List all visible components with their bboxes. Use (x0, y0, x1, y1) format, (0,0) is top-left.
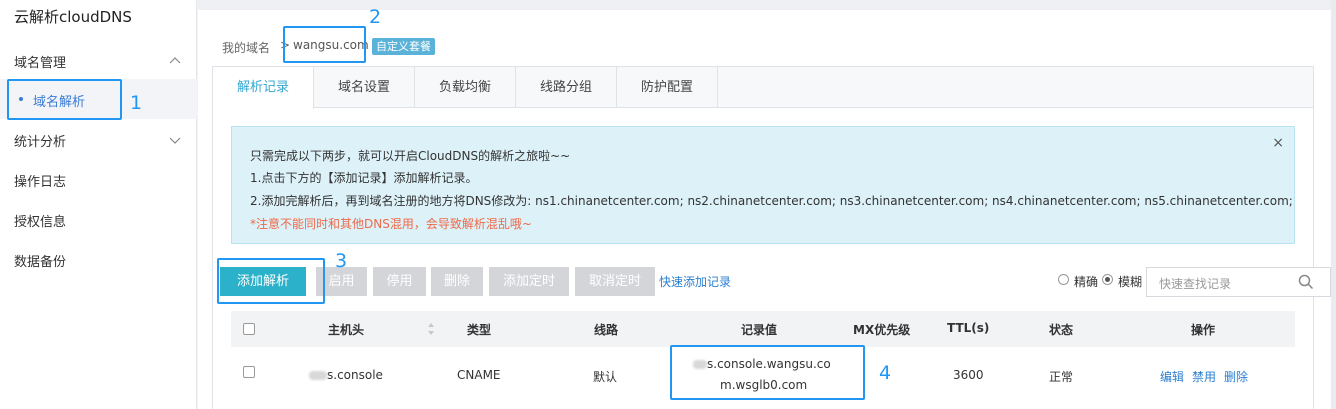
search-icon[interactable] (1298, 274, 1314, 290)
column-host: 主机头 (328, 323, 365, 337)
menu-group-domain-management[interactable]: 域名管理 (14, 52, 66, 71)
disable-link[interactable]: 禁用 (1192, 368, 1216, 385)
tab-protection[interactable]: 防护配置 (617, 67, 718, 108)
tab-bar: 解析记录 域名设置 负载均衡 线路分组 防护配置 (213, 67, 1313, 109)
search-input[interactable]: 快速查找记录 (1146, 267, 1331, 297)
cell-ttl: 3600 (953, 368, 984, 382)
sidebar: 云解析cloudDNS 域名管理 域名解析 统计分析 操作日志 授权信息 数据备… (0, 0, 197, 409)
cell-type: CNAME (457, 368, 501, 382)
table-header: 主机头 类型 线路 记录值 MX优先级 TTL(s) 状态 操作 (231, 311, 1295, 347)
column-status: 状态 (1049, 323, 1074, 337)
delete-button[interactable]: 删除 (431, 267, 483, 296)
tab-records[interactable]: 解析记录 (213, 67, 314, 109)
column-ttl: TTL(s) (947, 321, 990, 335)
sidebar-item-authorization[interactable]: 授权信息 (14, 211, 66, 230)
plan-badge: 自定义套餐 (372, 38, 435, 55)
menu-group-statistics[interactable]: 统计分析 (14, 131, 66, 150)
cell-host: s.console (309, 368, 383, 382)
notice-line-1: 只需完成以下两步，就可以开启CloudDNS的解析之旅啦~~ (250, 149, 571, 163)
column-type: 类型 (467, 323, 492, 337)
redacted-mask (309, 371, 327, 380)
tab-load-balancing[interactable]: 负载均衡 (415, 67, 516, 108)
annotation-number-2: 2 (369, 6, 382, 28)
app-title: 云解析cloudDNS (14, 8, 132, 26)
fuzzy-label: 模糊 (1118, 275, 1143, 289)
annotation-box-3 (217, 258, 325, 304)
chevron-up-icon[interactable] (168, 54, 182, 68)
breadcrumb-root[interactable]: 我的域名 (222, 39, 270, 56)
edit-link[interactable]: 编辑 (1160, 368, 1184, 385)
quick-add-link[interactable]: 快速添加记录 (659, 273, 731, 290)
delete-link[interactable]: 删除 (1224, 368, 1248, 385)
column-mx-priority: MX优先级 (853, 323, 911, 337)
close-icon[interactable]: × (1272, 135, 1284, 151)
chevron-down-icon[interactable] (168, 133, 182, 147)
annotation-box-1 (7, 79, 122, 120)
fuzzy-radio[interactable] (1102, 274, 1113, 285)
cell-status: 正常 (1049, 370, 1074, 384)
app-root: 云解析cloudDNS 域名管理 域名解析 统计分析 操作日志 授权信息 数据备… (0, 0, 1336, 409)
annotation-number-4: 4 (879, 362, 892, 384)
column-line: 线路 (594, 323, 619, 337)
tab-domain-settings[interactable]: 域名设置 (314, 67, 415, 108)
add-timer-button[interactable]: 添加定时 (489, 267, 569, 296)
notice-warning: *注意不能同时和其他DNS混用，会导致解析混乱哦~ (250, 217, 532, 231)
annotation-number-1: 1 (130, 92, 143, 114)
exact-label: 精确 (1074, 275, 1099, 289)
annotation-box-2 (283, 26, 366, 63)
cancel-timer-button[interactable]: 取消定时 (575, 267, 655, 296)
tab-line-groups[interactable]: 线路分组 (516, 67, 617, 108)
row-checkbox[interactable] (243, 366, 255, 378)
sort-icon[interactable] (427, 322, 435, 336)
column-actions: 操作 (1191, 323, 1216, 337)
search-placeholder: 快速查找记录 (1159, 277, 1232, 291)
info-notice: 只需完成以下两步，就可以开启CloudDNS的解析之旅啦~~ 1.点击下方的【添… (231, 126, 1295, 244)
annotation-box-4 (670, 345, 865, 400)
column-value: 记录值 (741, 323, 778, 337)
cell-line: 默认 (593, 370, 618, 384)
right-edge (1331, 0, 1336, 409)
notice-line-3: 2.添加完解析后，再到域名注册的地方将DNS修改为: ns1.chinanetc… (250, 194, 1293, 208)
cell-host-text: s.console (327, 368, 383, 382)
disable-button[interactable]: 停用 (373, 267, 426, 296)
select-all-checkbox[interactable] (243, 323, 255, 335)
exact-radio[interactable] (1058, 274, 1069, 285)
sidebar-item-operation-log[interactable]: 操作日志 (14, 171, 66, 190)
notice-line-2: 1.点击下方的【添加记录】添加解析记录。 (250, 171, 478, 185)
sidebar-item-data-backup[interactable]: 数据备份 (14, 251, 66, 270)
annotation-number-3: 3 (335, 250, 348, 272)
